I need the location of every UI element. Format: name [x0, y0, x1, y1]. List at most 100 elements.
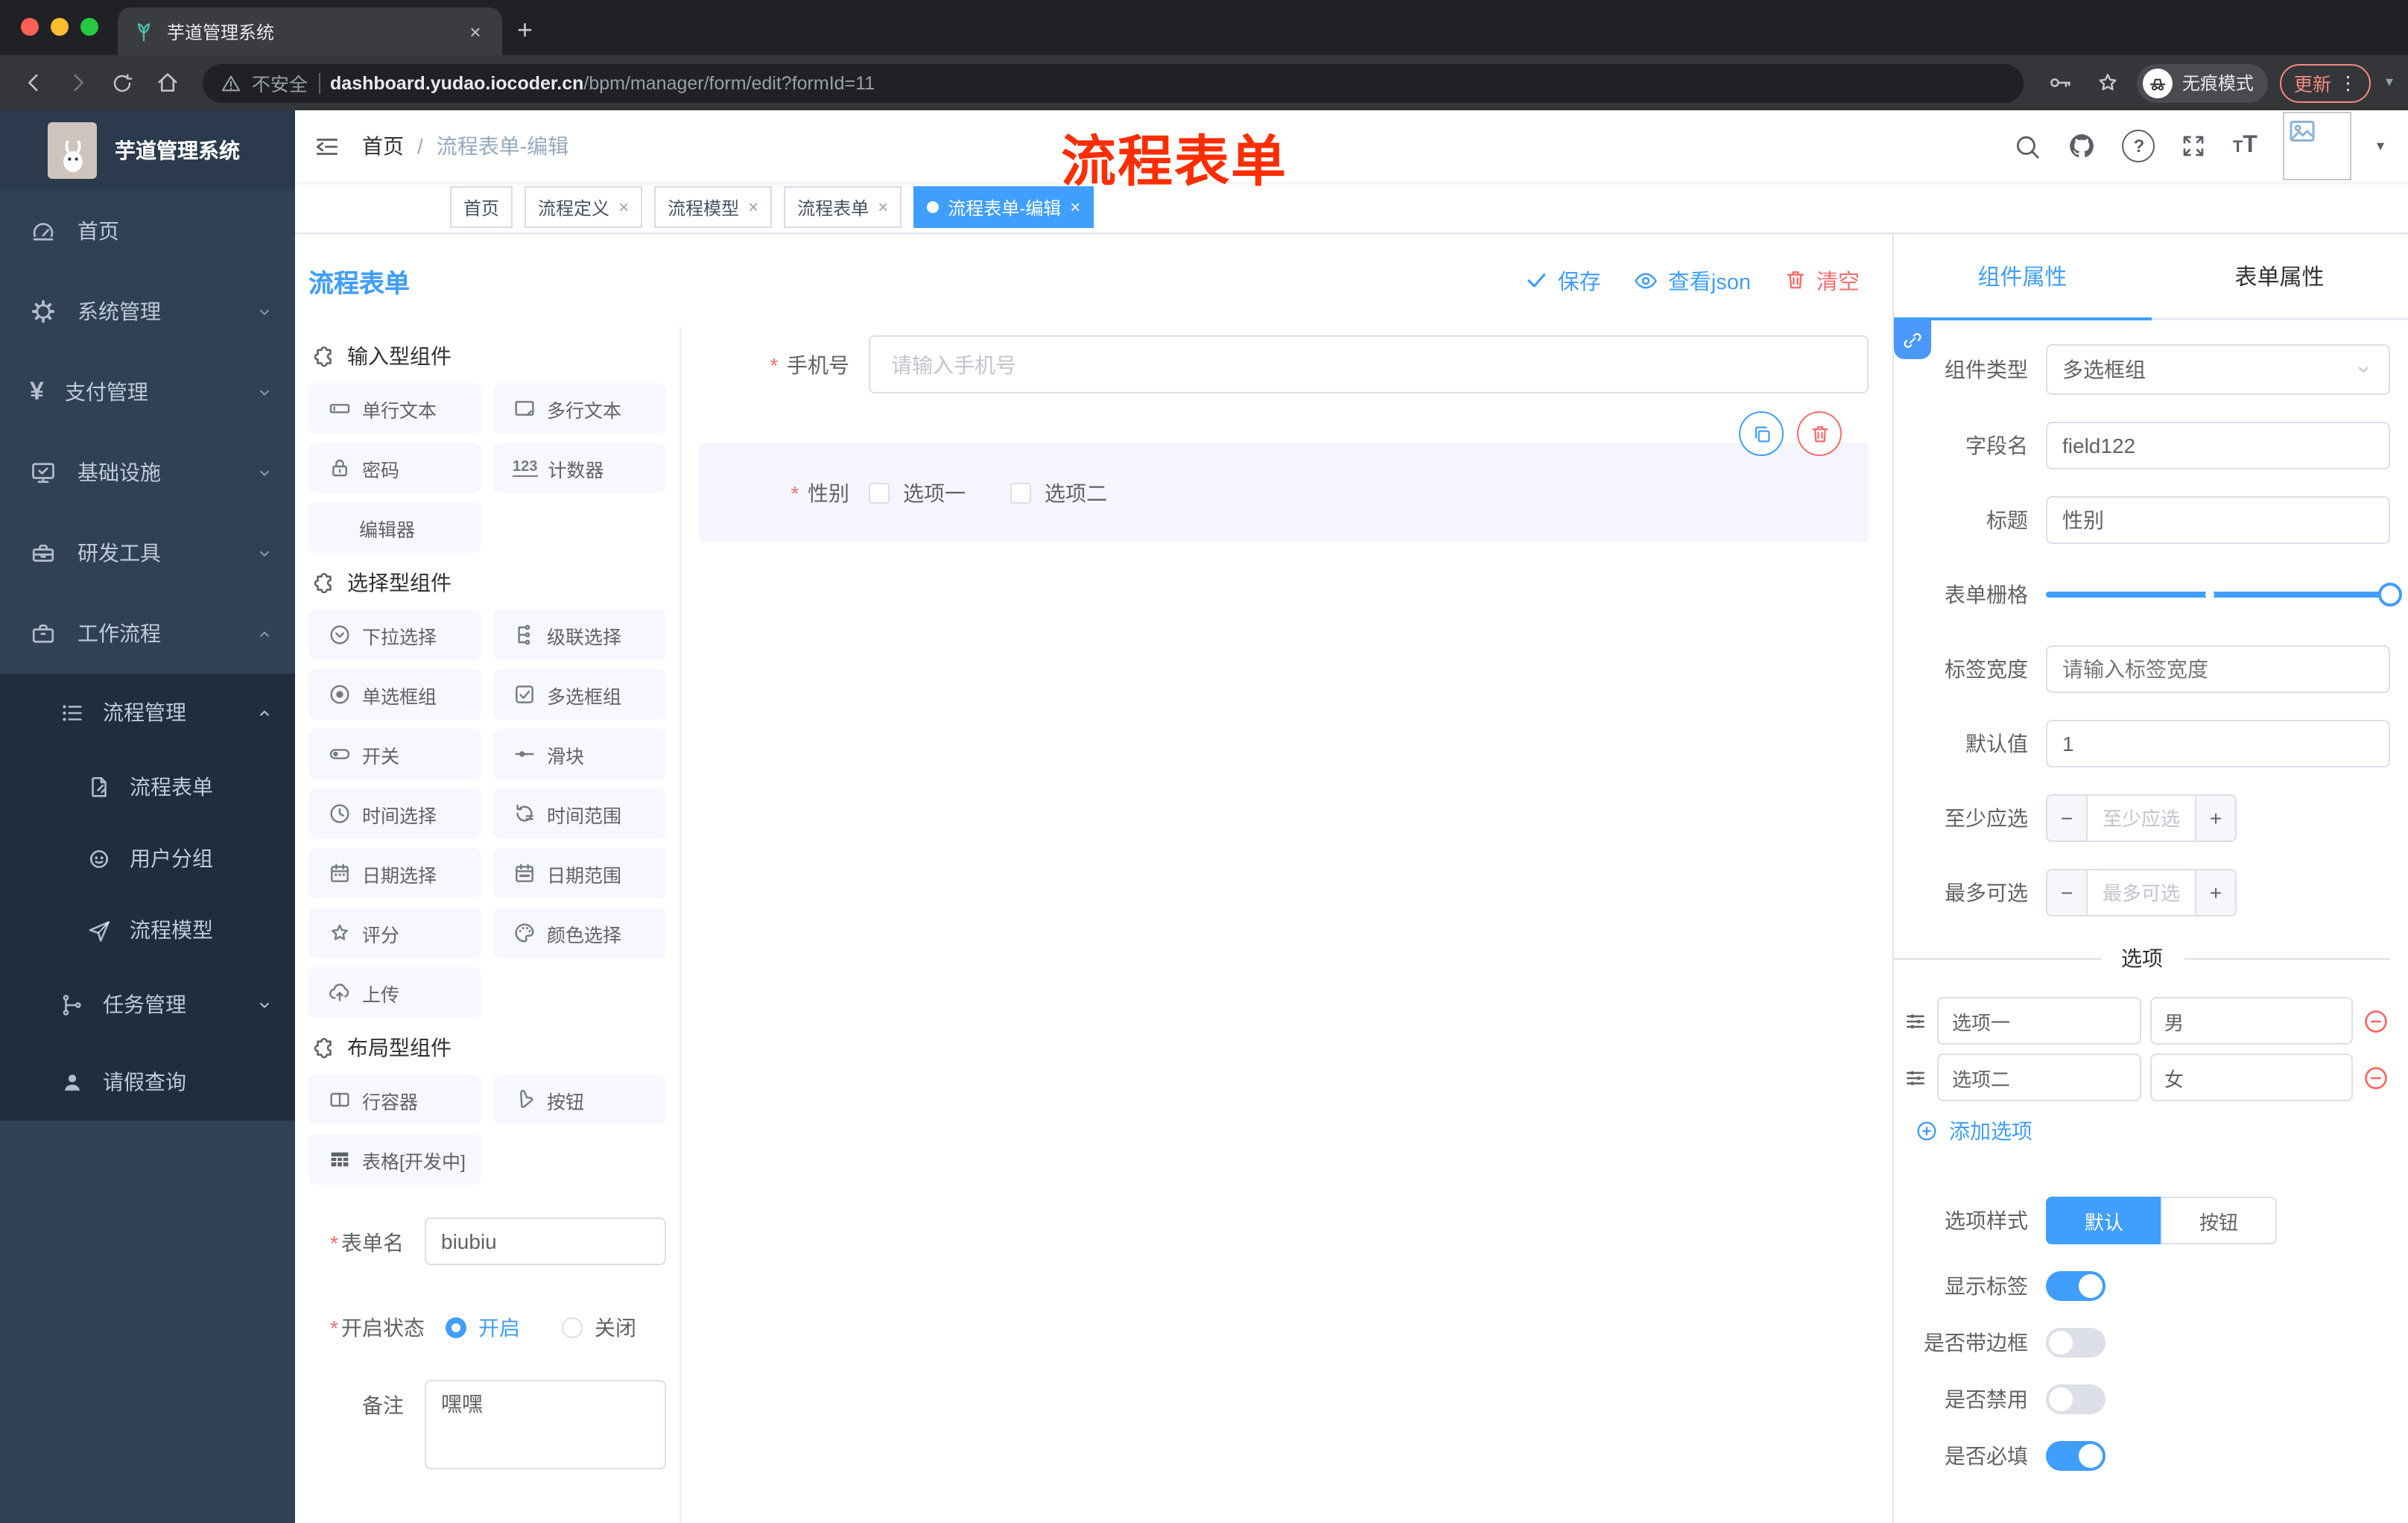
view-json-button[interactable]: 查看json [1634, 265, 1751, 296]
label-width-input[interactable] [2046, 645, 2390, 693]
add-option-button[interactable]: 添加选项 [1915, 1116, 2390, 1146]
browser-tab[interactable]: 芋道管理系统 × [118, 7, 502, 55]
sidebar-item-home[interactable]: 首页 [0, 191, 295, 271]
option2-value-input[interactable] [2149, 1054, 2353, 1101]
collapse-sidebar-icon[interactable] [313, 132, 341, 160]
security-warning-icon[interactable] [221, 72, 241, 93]
field-name-input[interactable] [2046, 422, 2390, 469]
selected-gender-field[interactable]: * 性别 选项一 选项二 [699, 411, 1869, 542]
gender-option2-checkbox[interactable]: 选项二 [1010, 478, 1107, 507]
save-button[interactable]: 保存 [1525, 265, 1601, 296]
comp-multi-text[interactable]: 多行文本 [493, 383, 666, 434]
help-icon[interactable]: ? [2122, 130, 2155, 162]
show-label-switch[interactable] [2046, 1271, 2106, 1301]
option1-label-input[interactable] [1937, 997, 2141, 1045]
tag-close-icon[interactable]: × [618, 197, 629, 218]
delete-field-button[interactable] [1797, 411, 1842, 456]
comp-single-text[interactable]: 单行文本 [308, 383, 481, 434]
sidebar-item-process-model[interactable]: 流程模型 [0, 894, 295, 966]
remove-option-button[interactable] [2362, 1007, 2390, 1035]
phone-input[interactable] [869, 335, 1869, 393]
avatar[interactable] [2282, 112, 2351, 180]
gender-option1-checkbox[interactable]: 选项一 [869, 478, 966, 507]
phone-field-row[interactable]: * 手机号 [681, 335, 1869, 393]
address-bar[interactable]: 不安全 dashboard.yudao.iocoder.cn/bpm/manag… [203, 63, 2024, 102]
sidebar-item-user-group[interactable]: 用户分组 [0, 823, 295, 894]
remove-option-button[interactable] [2362, 1063, 2390, 1092]
comp-upload[interactable]: 上传 [308, 967, 481, 1018]
status-radio-on[interactable]: 开启 [446, 1313, 520, 1343]
minimize-window-button[interactable] [51, 18, 69, 36]
max-select-input[interactable] [2088, 870, 2195, 915]
required-switch[interactable] [2046, 1441, 2106, 1471]
style-default-button[interactable]: 默认 [2046, 1197, 2161, 1244]
window-dropdown-icon[interactable]: ▾ [2386, 75, 2393, 91]
comp-counter[interactable]: 123 计数器 [493, 443, 666, 493]
comp-radio-group[interactable]: 单选框组 [308, 669, 481, 720]
search-icon[interactable] [2014, 132, 2042, 160]
status-radio-off[interactable]: 关闭 [562, 1313, 636, 1343]
reload-button[interactable] [104, 65, 140, 101]
sidebar-item-process-management[interactable]: 流程管理 [0, 674, 295, 751]
comp-select[interactable]: 下拉选择 [308, 609, 481, 660]
user-menu-caret-icon[interactable]: ▾ [2377, 138, 2384, 154]
sidebar-item-workflow[interactable]: 工作流程 [0, 593, 295, 674]
tag-process-definition[interactable]: 流程定义 × [525, 186, 643, 228]
sidebar-item-leave-query[interactable]: 请假查询 [0, 1043, 295, 1121]
font-size-icon[interactable]: TT [2233, 133, 2258, 159]
title-input[interactable] [2046, 496, 2390, 544]
copy-field-button[interactable] [1739, 411, 1784, 456]
comp-rate[interactable]: 评分 [308, 908, 481, 958]
password-key-icon[interactable] [2042, 65, 2078, 101]
tag-home[interactable]: 首页 [450, 186, 513, 228]
back-button[interactable] [15, 65, 51, 101]
increase-button[interactable]: + [2195, 796, 2235, 840]
sidebar-item-payment[interactable]: ¥ 支付管理 [0, 352, 295, 432]
comp-slider[interactable]: 滑块 [493, 729, 666, 779]
tag-close-icon[interactable]: × [748, 197, 758, 218]
comp-checkbox-group[interactable]: 多选框组 [493, 669, 666, 720]
clear-button[interactable]: 清空 [1784, 265, 1860, 296]
comp-cascader[interactable]: 级联选择 [493, 609, 666, 660]
disabled-switch[interactable] [2046, 1384, 2106, 1414]
browser-menu-icon[interactable]: ⋮ [2339, 72, 2357, 94]
increase-button[interactable]: + [2195, 870, 2235, 915]
style-button-button[interactable]: 按钮 [2161, 1197, 2277, 1244]
comp-button[interactable]: 按钮 [493, 1074, 666, 1125]
min-select-input[interactable] [2088, 796, 2195, 840]
comp-date-range[interactable]: 日期范围 [493, 848, 666, 899]
comp-table[interactable]: 表格[开发中] [308, 1134, 481, 1185]
link-handle[interactable] [1894, 320, 1931, 359]
comp-color-picker[interactable]: 颜色选择 [493, 908, 666, 958]
component-type-select[interactable]: 多选框组 [2046, 344, 2390, 395]
tab-close-icon[interactable]: × [463, 20, 487, 42]
close-window-button[interactable] [21, 18, 39, 36]
option2-label-input[interactable] [1937, 1054, 2141, 1101]
home-button[interactable] [149, 65, 185, 101]
border-switch[interactable] [2046, 1328, 2106, 1358]
sidebar-item-task-management[interactable]: 任务管理 [0, 966, 295, 1043]
comp-time-picker[interactable]: 时间选择 [308, 788, 481, 839]
fullscreen-icon[interactable] [2181, 133, 2208, 160]
github-icon[interactable] [2068, 131, 2097, 161]
option1-value-input[interactable] [2149, 997, 2353, 1045]
comp-time-range[interactable]: 时间范围 [493, 788, 666, 839]
form-remark-textarea[interactable]: 嘿嘿 [425, 1380, 666, 1469]
drag-handle-icon[interactable] [1903, 1008, 1928, 1033]
maximize-window-button[interactable] [80, 18, 98, 36]
comp-password[interactable]: 密码 [308, 443, 481, 493]
form-name-input[interactable] [425, 1218, 666, 1265]
default-value-input[interactable] [2046, 720, 2390, 767]
tag-close-icon[interactable]: × [878, 197, 888, 218]
comp-switch[interactable]: 开关 [308, 729, 481, 779]
new-tab-button[interactable]: + [517, 15, 533, 46]
tab-form-props[interactable]: 表单属性 [2151, 234, 2408, 317]
sidebar-item-infra[interactable]: 基础设施 [0, 432, 295, 513]
comp-date-picker[interactable]: 日期选择 [308, 848, 481, 899]
tag-process-model[interactable]: 流程模型 × [654, 186, 773, 228]
tab-component-props[interactable]: 组件属性 [1894, 234, 2151, 320]
slider-handle[interactable] [2378, 583, 2402, 607]
comp-editor[interactable]: 编辑器 [308, 502, 481, 553]
decrease-button[interactable]: − [2047, 870, 2088, 915]
form-grid-slider[interactable] [2046, 571, 2402, 618]
